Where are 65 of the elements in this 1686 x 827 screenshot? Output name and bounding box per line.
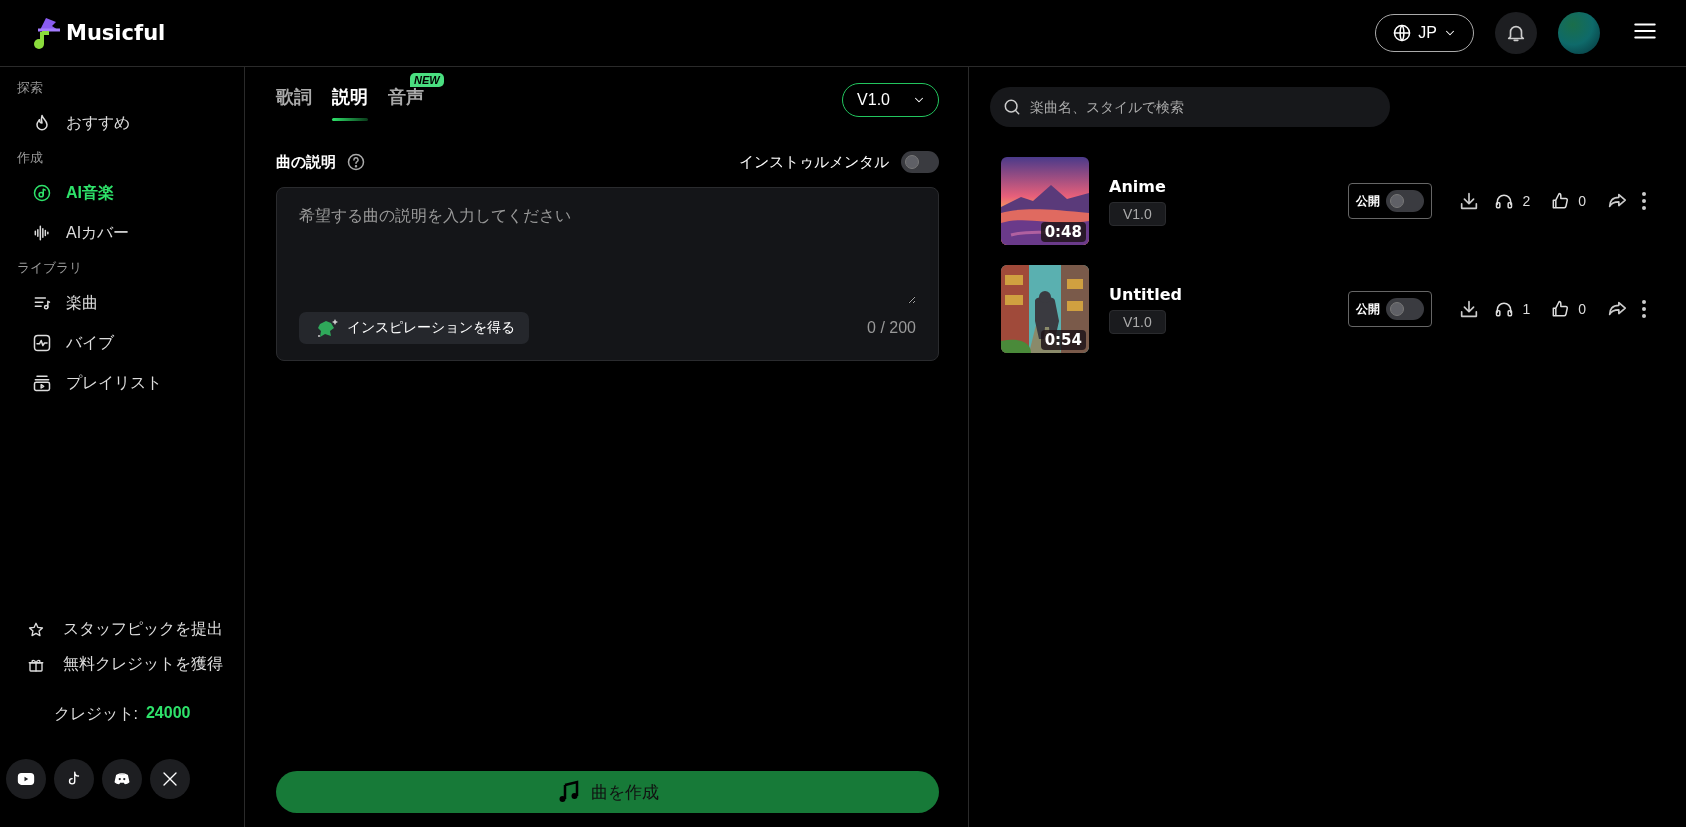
sidebar-item[interactable]: バイブ [0,323,244,363]
toggle-label: 公開 [1356,192,1381,210]
section-title: ライブラリ [16,259,83,277]
song-title[interactable]: Anime [1109,176,1166,196]
description-field[interactable]: 希望する曲の説明を入力してください インスピレーションを得る 0 / 200 [276,187,939,361]
duration-badge: 0:48 [1040,222,1086,242]
youtube-icon [17,770,35,788]
avatar[interactable] [1558,12,1600,54]
tab[interactable]: 歌詞 [276,85,312,121]
more-icon [1642,192,1646,210]
sidebar-item[interactable]: プレイリスト [0,363,244,403]
logo-text[interactable]: Musicful [66,21,166,45]
sidebar-link[interactable]: スタッフピックを提出 [0,612,244,647]
x-logo-icon [161,770,179,788]
social-button[interactable] [102,759,142,799]
credits-label: クレジット: [53,704,138,724]
notification-button[interactable] [1495,12,1537,54]
version-tag: V1.0 [1109,309,1166,334]
section-title: 探索 [16,79,44,97]
sidebar-item[interactable]: 楽曲 [0,283,244,323]
like-count: 0 [1578,301,1586,317]
field-label: 曲の説明 [276,152,336,172]
search-icon [1002,97,1022,117]
inspiration-button[interactable]: インスピレーションを得る [299,312,529,344]
help-icon [346,152,366,172]
more-button[interactable] [1642,300,1646,318]
listen-count: 2 [1522,193,1531,209]
like-count: 0 [1578,193,1586,209]
sidebar-item[interactable]: おすすめ [0,103,244,143]
playlist-icon [32,373,52,393]
sidebar-item[interactable]: AIカバー [0,213,244,253]
more-button[interactable] [1642,192,1646,210]
version-tag: V1.0 [1109,201,1166,226]
disc-icon [32,183,52,203]
headphones-icon [1494,299,1515,319]
song-title[interactable]: Untitled [1109,284,1182,304]
toggle-switch[interactable] [1386,190,1425,212]
sidebar-link[interactable]: 無料クレジットを獲得 [0,647,244,682]
social-button[interactable] [6,759,46,799]
description-input[interactable]: 希望する曲の説明を入力してください [299,206,916,304]
tab[interactable]: 説明 [332,85,368,121]
search-field[interactable]: 楽曲名、スタイルで検索 [990,87,1390,127]
listen-count: 1 [1522,301,1531,317]
credits-value: 24000 [145,704,191,723]
toggle-switch[interactable] [1386,298,1425,320]
logo-icon [32,16,62,50]
character-counter: 0 / 200 [867,319,916,337]
thumbs-up-icon [1550,299,1571,319]
globe-icon [1392,23,1413,43]
duration-badge: 0:54 [1040,330,1086,350]
sidebar-item[interactable]: AI音楽 [0,173,244,213]
section-title: 作成 [16,149,44,167]
tab[interactable]: 音声 [388,85,424,121]
create-button[interactable]: 曲を作成 [276,771,939,813]
headphones-icon [1494,191,1515,211]
pulse-icon [32,333,52,353]
thumbs-up-icon [1550,191,1571,211]
social-button[interactable] [54,759,94,799]
toggle-switch[interactable] [901,151,939,173]
star-icon [27,620,45,639]
toggle-label: 公開 [1356,300,1381,318]
toggle-label: インストゥルメンタル [739,152,889,172]
new-badge: NEW [410,73,444,87]
waveform-icon [32,223,52,243]
more-icon [1642,300,1646,318]
